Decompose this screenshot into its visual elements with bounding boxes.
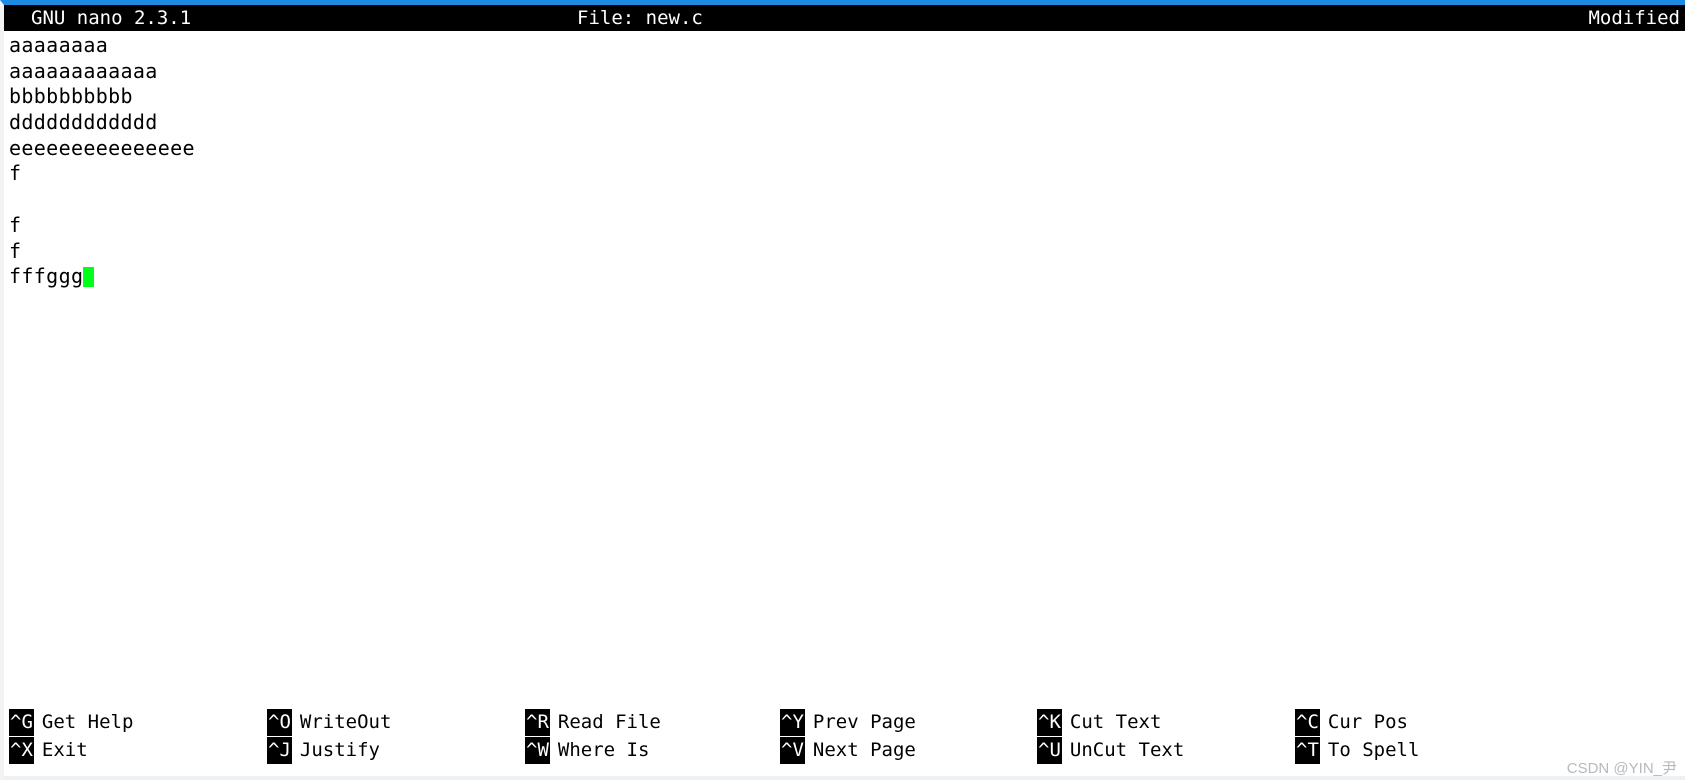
shortcut-key: ^C <box>1295 709 1320 736</box>
shortcut-row-1: ^G Get Help ^O WriteOut ^R Read File ^Y Prev… <box>4 708 1685 736</box>
shortcut-row-2: ^X Exit ^J Justify ^W Where Is ^V Next Page … <box>4 736 1685 764</box>
titlebar: GNU nano 2.3.1 File: new.c Modified <box>4 5 1685 31</box>
shortcut-key: ^U <box>1037 737 1062 764</box>
shortcut-help-bar: ^G Get Help ^O WriteOut ^R Read File ^Y Prev… <box>4 708 1685 764</box>
bottom-strip <box>4 776 1685 780</box>
shortcut-writeout[interactable]: ^O WriteOut <box>267 708 391 736</box>
shortcut-get-help[interactable]: ^G Get Help <box>9 708 133 736</box>
shortcut-label: Cut Text <box>1069 711 1162 733</box>
editor-line[interactable]: dddddddddddd <box>4 110 1685 136</box>
text-cursor <box>83 267 95 288</box>
editor-line[interactable]: f <box>4 239 1685 265</box>
editor-line-text: eeeeeeeeeeeeeee <box>9 135 195 160</box>
titlebar-version: GNU nano 2.3.1 <box>31 7 192 29</box>
shortcut-read-file[interactable]: ^R Read File <box>525 708 661 736</box>
shortcut-key: ^T <box>1295 737 1320 764</box>
editor-line[interactable]: f <box>4 161 1685 187</box>
editor-line-text: dddddddddddd <box>9 110 158 135</box>
editor-line[interactable]: bbbbbbbbbb <box>4 84 1685 110</box>
editor-line-text: f <box>9 212 22 237</box>
shortcut-key: ^O <box>267 709 292 736</box>
shortcut-label: Exit <box>41 739 88 761</box>
shortcut-label: Where Is <box>557 739 650 761</box>
editor-line[interactable]: f <box>4 213 1685 239</box>
editor-line-text: fffggg <box>9 264 84 289</box>
nano-terminal-window: GNU nano 2.3.1 File: new.c Modified aaaa… <box>0 0 1685 780</box>
shortcut-label: Prev Page <box>812 711 916 733</box>
shortcut-key: ^R <box>525 709 550 736</box>
shortcut-label: Justify <box>299 739 380 761</box>
watermark: CSDN @YIN_尹 <box>1566 760 1677 777</box>
shortcut-label: UnCut Text <box>1069 739 1185 761</box>
shortcut-next-page[interactable]: ^V Next Page <box>780 736 916 764</box>
editor-line-text: f <box>9 161 22 186</box>
shortcut-label: Get Help <box>41 711 134 733</box>
editor-text-area[interactable]: aaaaaaaa aaaaaaaaaaaa bbbbbbbbbb ddddddd… <box>4 33 1685 633</box>
shortcut-cut-text[interactable]: ^K Cut Text <box>1037 708 1161 736</box>
shortcut-where-is[interactable]: ^W Where Is <box>525 736 649 764</box>
shortcut-label: Next Page <box>812 739 916 761</box>
shortcut-key: ^G <box>9 709 34 736</box>
shortcut-cur-pos[interactable]: ^C Cur Pos <box>1295 708 1408 736</box>
shortcut-key: ^W <box>525 737 550 764</box>
editor-line[interactable] <box>4 187 1685 213</box>
shortcut-exit[interactable]: ^X Exit <box>9 736 88 764</box>
editor-line[interactable]: eeeeeeeeeeeeeee <box>4 136 1685 162</box>
editor-line-text: aaaaaaaaaaaa <box>9 58 158 83</box>
titlebar-filename: File: new.c <box>577 7 703 29</box>
shortcut-key: ^K <box>1037 709 1062 736</box>
shortcut-key: ^V <box>780 737 805 764</box>
shortcut-to-spell[interactable]: ^T To Spell <box>1295 736 1419 764</box>
shortcut-label: Read File <box>557 711 661 733</box>
shortcut-justify[interactable]: ^J Justify <box>267 736 380 764</box>
editor-line-text: f <box>9 238 22 263</box>
editor-line[interactable]: aaaaaaaaaaaa <box>4 59 1685 85</box>
editor-line-with-cursor[interactable]: fffggg <box>4 264 1685 290</box>
shortcut-key: ^J <box>267 737 292 764</box>
shortcut-key: ^X <box>9 737 34 764</box>
shortcut-prev-page[interactable]: ^Y Prev Page <box>780 708 916 736</box>
editor-line-text: aaaaaaaa <box>9 33 109 57</box>
shortcut-label: Cur Pos <box>1327 711 1408 733</box>
editor-line[interactable]: aaaaaaaa <box>4 33 1685 59</box>
shortcut-label: To Spell <box>1327 739 1420 761</box>
editor-line-text: bbbbbbbbbb <box>9 84 133 109</box>
shortcut-uncut-text[interactable]: ^U UnCut Text <box>1037 736 1184 764</box>
shortcut-key: ^Y <box>780 709 805 736</box>
shortcut-label: WriteOut <box>299 711 392 733</box>
titlebar-modified-status: Modified <box>1588 7 1680 29</box>
